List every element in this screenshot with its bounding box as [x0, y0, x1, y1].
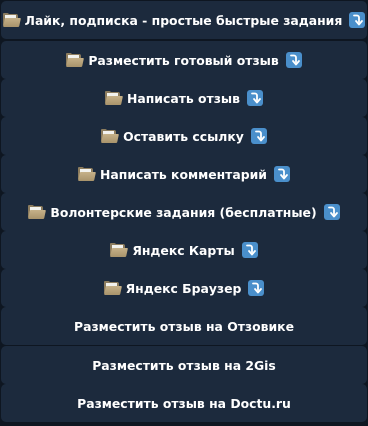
arrow-down-icon: [323, 204, 340, 220]
button-label: Лайк, подписка - простые быстрые задания: [24, 12, 343, 28]
button-label: Разместить отзыв на Doctu.ru: [77, 395, 291, 411]
keyboard-row: Разместить отзыв на Doctu.ru: [0, 384, 368, 422]
arrow-down-icon: [349, 12, 366, 28]
button-write-comment[interactable]: Написать комментарий: [1, 155, 367, 193]
folder-icon: [66, 53, 85, 67]
keyboard-row: Волонтерские задания (бесплатные): [0, 193, 368, 231]
inline-keyboard: Лайк, подписка - простые быстрые задания…: [0, 0, 368, 426]
button-label: Разместить отзыв на Отзовике: [74, 318, 294, 334]
button-yandex-maps[interactable]: Яндекс Карты: [1, 231, 367, 269]
keyboard-row: Оставить ссылку: [0, 117, 368, 155]
keyboard-row: Написать отзыв: [0, 79, 368, 117]
folder-icon: [103, 281, 122, 295]
arrow-down-icon: [241, 242, 258, 258]
button-review-2gis[interactable]: Разместить отзыв на 2Gis: [1, 346, 367, 384]
button-review-doctu[interactable]: Разместить отзыв на Doctu.ru: [1, 384, 367, 422]
keyboard-row: Разместить отзыв на 2Gis: [0, 346, 368, 384]
keyboard-row: Разместить отзыв на Отзовике: [0, 307, 368, 345]
button-label: Яндекс Браузер: [125, 280, 242, 296]
folder-icon: [101, 129, 120, 143]
arrow-down-icon: [246, 90, 263, 106]
button-label: Яндекс Карты: [132, 242, 235, 258]
keyboard-row: Яндекс Карты: [0, 231, 368, 269]
button-leave-link[interactable]: Оставить ссылку: [1, 117, 367, 155]
arrow-down-icon: [248, 280, 265, 296]
button-label: Разместить отзыв на 2Gis: [92, 357, 276, 373]
folder-icon: [110, 243, 129, 257]
button-likes-subscriptions[interactable]: Лайк, подписка - простые быстрые задания: [1, 1, 367, 39]
keyboard-row: Написать комментарий: [0, 155, 368, 193]
button-label: Оставить ссылку: [123, 128, 244, 144]
button-review-otzovik[interactable]: Разместить отзыв на Отзовике: [1, 307, 367, 345]
keyboard-row: Лайк, подписка - простые быстрые задания: [0, 1, 368, 39]
button-label: Разместить готовый отзыв: [88, 52, 279, 68]
folder-icon: [2, 13, 21, 27]
button-post-ready-review[interactable]: Разместить готовый отзыв: [1, 41, 367, 79]
arrow-down-icon: [273, 166, 290, 182]
button-label: Написать комментарий: [100, 166, 267, 182]
button-write-review[interactable]: Написать отзыв: [1, 79, 367, 117]
button-label: Написать отзыв: [127, 90, 240, 106]
button-yandex-browser[interactable]: Яндекс Браузер: [1, 269, 367, 307]
folder-icon: [105, 91, 123, 105]
button-volunteer-tasks[interactable]: Волонтерские задания (бесплатные): [1, 193, 367, 231]
keyboard-row: Разместить готовый отзыв: [0, 41, 368, 79]
keyboard-row: Яндекс Браузер: [0, 269, 368, 307]
button-label: Волонтерские задания (бесплатные): [50, 204, 317, 220]
folder-icon: [28, 205, 47, 219]
folder-icon: [78, 167, 96, 181]
arrow-down-icon: [250, 128, 267, 144]
arrow-down-icon: [285, 52, 302, 68]
